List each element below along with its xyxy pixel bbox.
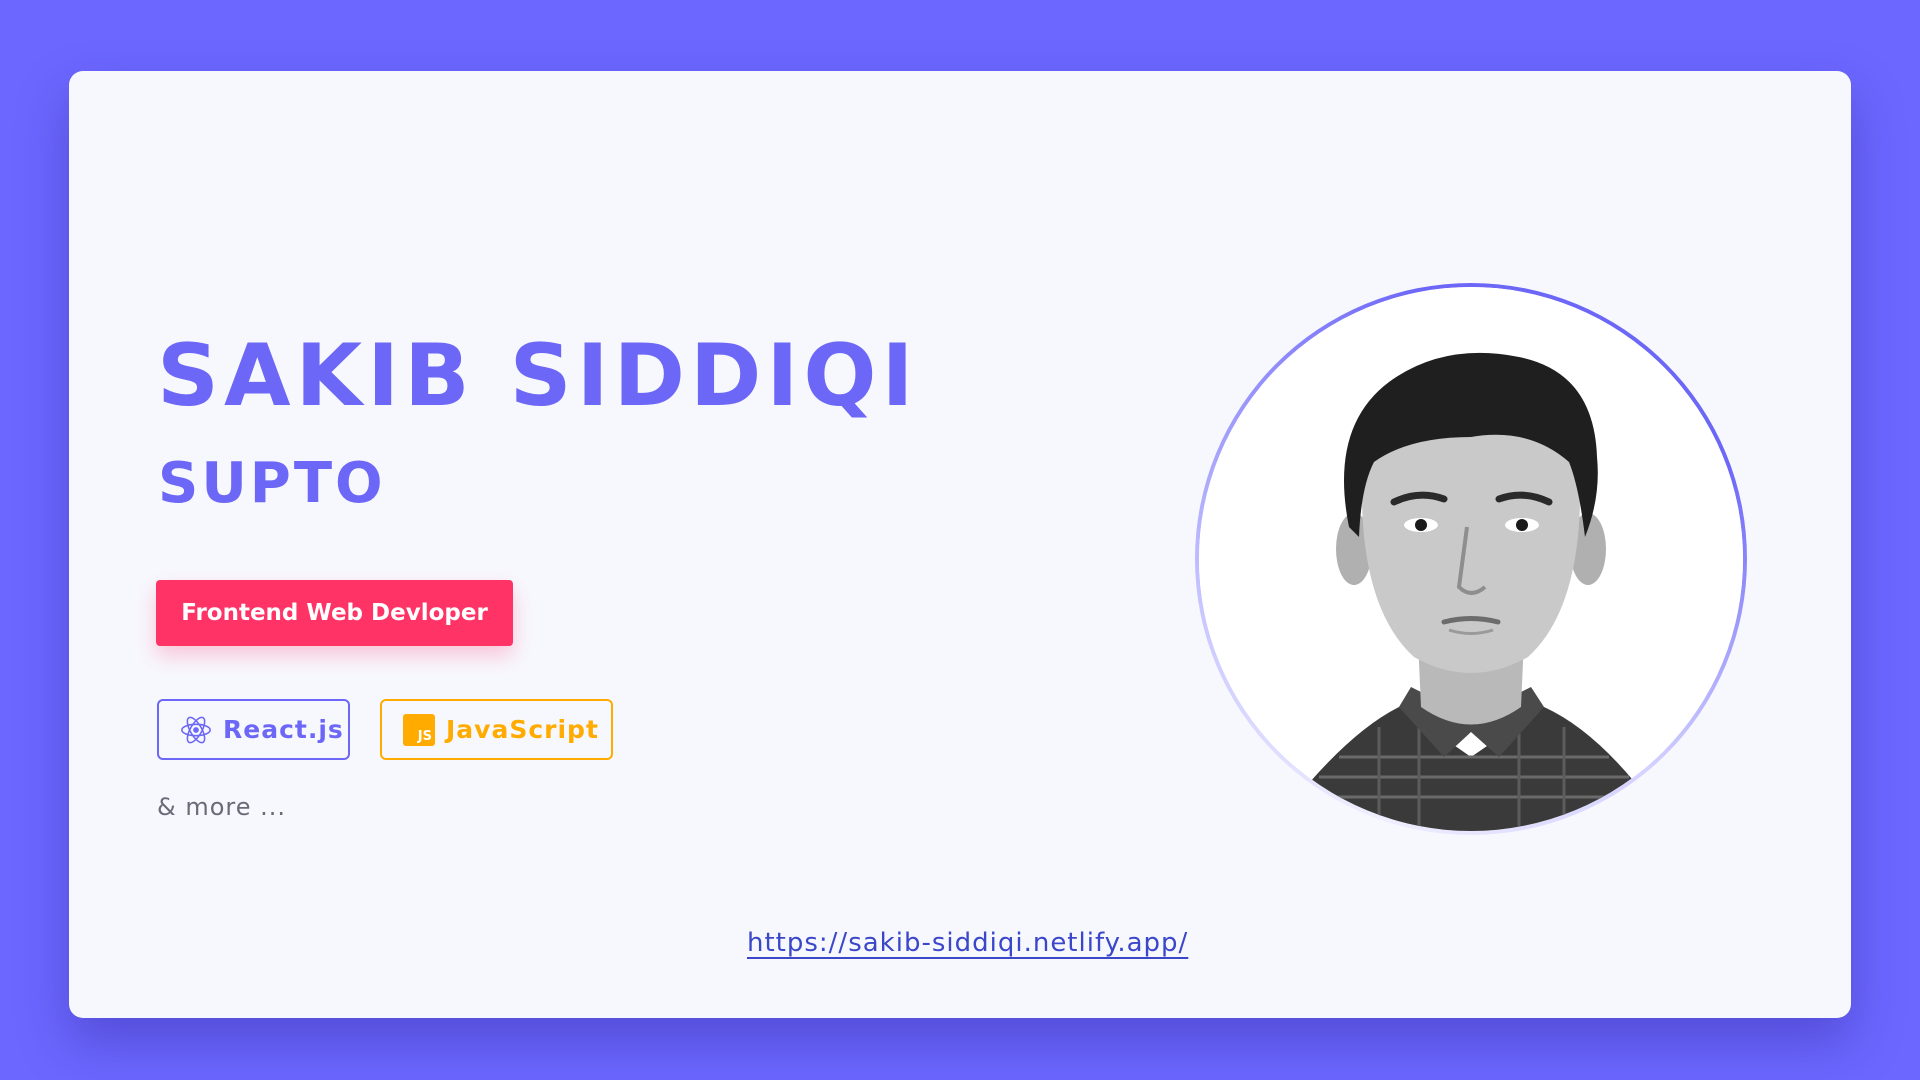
avatar-ring (1195, 283, 1747, 835)
portfolio-link[interactable]: https://sakib-siddiqi.netlify.app/ (747, 928, 1188, 958)
javascript-icon: JS (402, 713, 436, 747)
avatar (1199, 287, 1743, 831)
react-icon (179, 713, 213, 747)
skill-label-javascript: JavaScript (446, 715, 599, 744)
profile-card: SAKIB SIDDIQI SUPTO Frontend Web Devlope… (69, 71, 1851, 1018)
role-button[interactable]: Frontend Web Devloper (156, 580, 513, 646)
more-skills-text: & more ... (157, 793, 287, 821)
skill-label-react: React.js (223, 715, 344, 744)
full-name: SAKIB SIDDIQI (157, 326, 919, 426)
skill-tag-javascript[interactable]: JS JavaScript (380, 699, 613, 760)
nickname: SUPTO (158, 451, 386, 516)
skill-tag-react[interactable]: React.js (157, 699, 350, 760)
javascript-icon-text: JS (403, 713, 435, 746)
